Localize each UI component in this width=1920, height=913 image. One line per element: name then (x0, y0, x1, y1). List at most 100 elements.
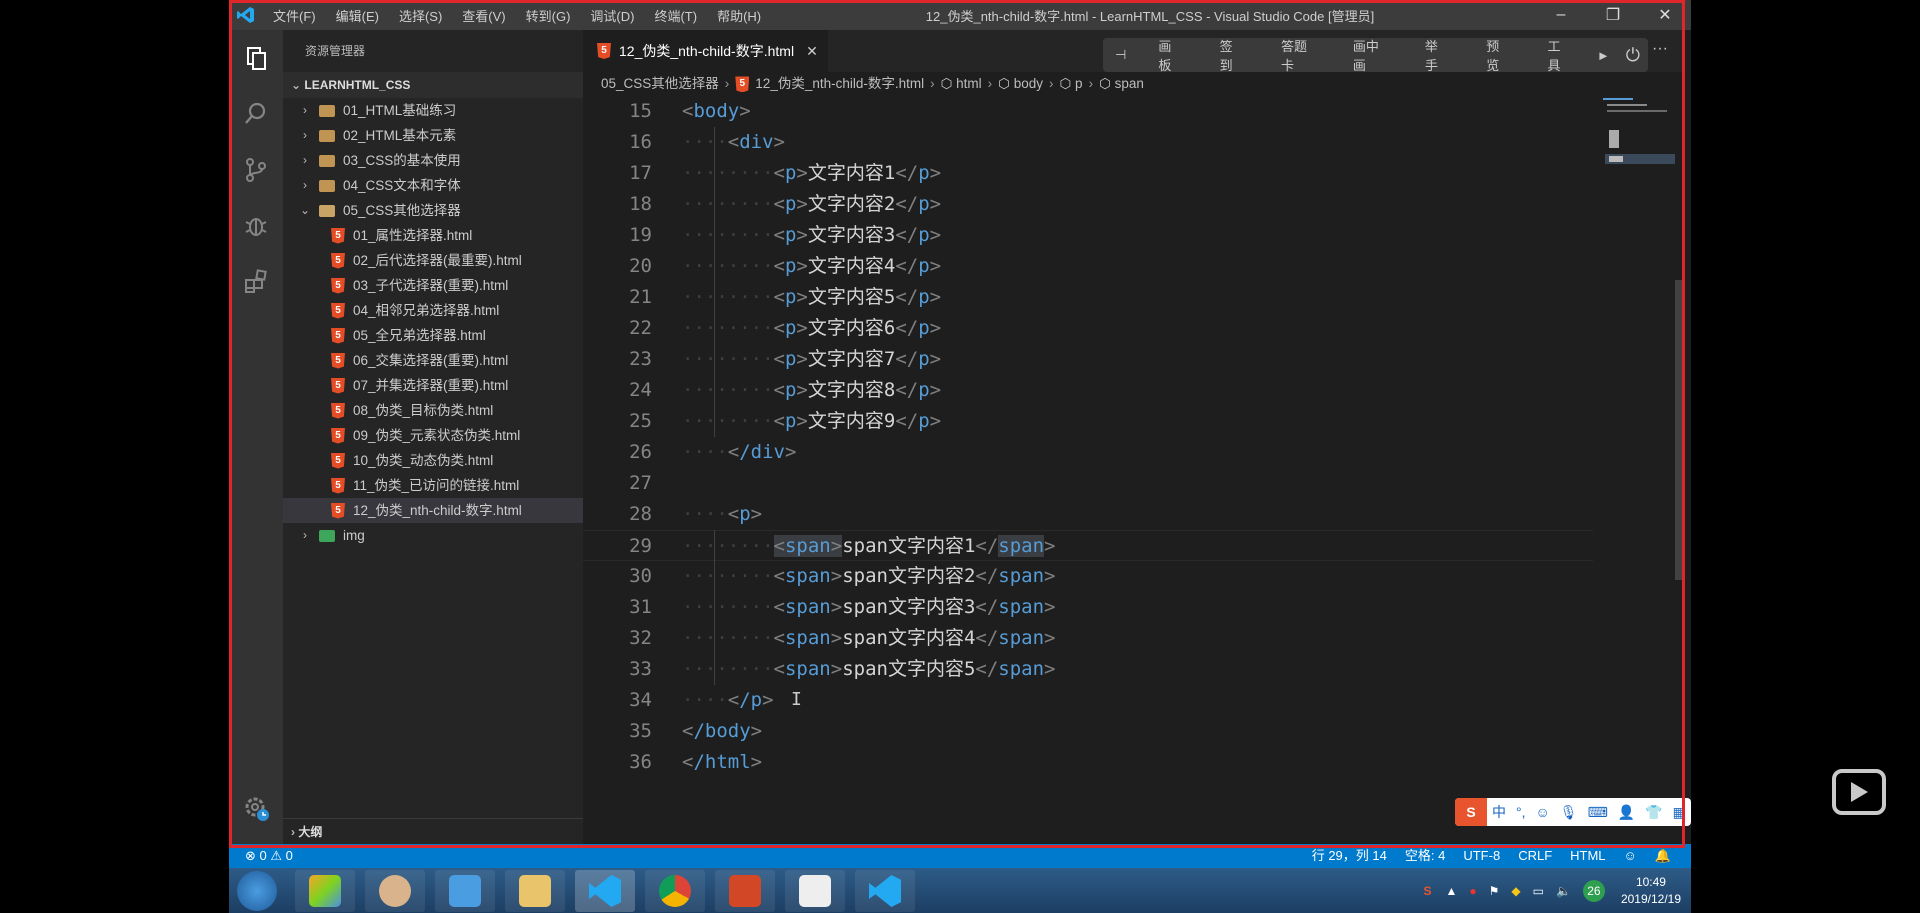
language-mode[interactable]: HTML (1570, 844, 1605, 868)
tree-folder[interactable]: › 02_HTML基本元素 (283, 123, 583, 148)
toolbar-item[interactable]: 画板 (1138, 36, 1199, 74)
breadcrumb-item[interactable]: 12_伪类_nth-child-数字.html (755, 76, 924, 91)
settings-gear-icon[interactable] (229, 786, 283, 830)
toolbar-item[interactable]: 预览 (1466, 36, 1527, 74)
toolbar-item[interactable]: 画中画 (1333, 36, 1405, 74)
tree-file[interactable]: 5 01_属性选择器.html (283, 223, 583, 248)
ime-emoji-icon[interactable]: ☺ (1531, 804, 1555, 820)
tree-file[interactable]: 5 02_后代选择器(最重要).html (283, 248, 583, 273)
menu-item[interactable]: 帮助(H) (707, 6, 771, 25)
video-play-icon[interactable] (1832, 769, 1886, 815)
feedback-smiley-icon[interactable]: ☺ (1624, 844, 1637, 868)
tray-expand-icon[interactable]: ▲ (1446, 884, 1458, 898)
code-editor[interactable]: 15 <body> 16 ····<div> 17 ········<p>文字内容1</p… (583, 96, 1685, 844)
project-section[interactable]: ⌄ LEARNHTML_CSS (283, 72, 583, 98)
breadcrumb-item[interactable]: p (1075, 76, 1083, 91)
clock[interactable]: 10:49 2019/12/19 (1621, 874, 1681, 908)
search-icon[interactable] (229, 86, 283, 142)
toolbar-item[interactable]: 举手 (1405, 36, 1466, 74)
taskbar-folder-icon[interactable] (505, 870, 565, 912)
indentation[interactable]: 空格: 4 (1405, 844, 1445, 868)
debug-icon[interactable] (229, 198, 283, 254)
source-control-icon[interactable] (229, 142, 283, 198)
outline-section[interactable]: › 大纲 (283, 818, 583, 844)
tree-folder-open[interactable]: ⌄ 05_CSS其他选择器 (283, 198, 583, 223)
menu-item[interactable]: 终端(T) (644, 6, 707, 25)
tree-file[interactable]: 5 07_并集选择器(重要).html (283, 373, 583, 398)
ime-punct-icon[interactable]: °, (1511, 804, 1531, 820)
power-icon[interactable]: ⏻ (1618, 45, 1648, 66)
tree-file[interactable]: 5 03_子代选择器(重要).html (283, 273, 583, 298)
tree-folder[interactable]: › 01_HTML基础练习 (283, 98, 583, 123)
element-symbol-icon: ⬡ (998, 76, 1014, 91)
tree-file[interactable]: 5 11_伪类_已访问的链接.html (283, 473, 583, 498)
explorer-icon[interactable] (229, 30, 283, 86)
menu-item[interactable]: 查看(V) (452, 6, 515, 25)
tree-file[interactable]: 5 06_交集选择器(重要).html (283, 348, 583, 373)
minimize-button[interactable]: – (1535, 0, 1587, 30)
ime-user-icon[interactable]: 👤 (1613, 804, 1640, 821)
taskbar-vscode2-icon[interactable] (855, 870, 915, 912)
ime-skin-icon[interactable]: 👕 (1640, 804, 1667, 821)
tray-flag-icon[interactable]: ⚑ (1489, 884, 1500, 898)
taskbar-vscode-icon[interactable] (575, 870, 635, 912)
menu-item[interactable]: 转到(G) (516, 6, 581, 25)
start-button[interactable] (237, 871, 277, 911)
tree-file[interactable]: 5 09_伪类_元素状态伪类.html (283, 423, 583, 448)
toolbar-collapse-icon[interactable]: ⊣ (1103, 47, 1138, 63)
tray-network-icon[interactable]: ▭ (1533, 884, 1544, 898)
breadcrumb-item[interactable]: span (1115, 76, 1144, 91)
taskbar-app-color-icon[interactable] (295, 870, 355, 912)
taskbar-player-icon[interactable] (435, 870, 495, 912)
more-actions-icon[interactable]: ··· (1652, 40, 1668, 58)
notifications-bell-icon[interactable]: 🔔 (1655, 844, 1671, 868)
tree-file[interactable]: 5 05_全兄弟选择器.html (283, 323, 583, 348)
tree-file[interactable]: 5 04_相邻兄弟选择器.html (283, 298, 583, 323)
encoding[interactable]: UTF-8 (1463, 844, 1500, 868)
tab-close-icon[interactable]: ✕ (806, 43, 818, 60)
ime-keyboard-icon[interactable]: ⌨ (1583, 804, 1613, 821)
ime-toolbar[interactable]: S 中 °, ☺ 🎙 ⌨ 👤 👕 ▦ (1455, 798, 1691, 826)
ime-mic-icon[interactable]: 🎙 (1555, 804, 1583, 821)
taskbar-chrome-icon[interactable] (645, 870, 705, 912)
taskbar-avatar-icon[interactable] (365, 870, 425, 912)
tray-sogou-icon[interactable]: S (1423, 884, 1431, 898)
editor-scrollbar[interactable] (1675, 280, 1685, 580)
problems-indicator[interactable]: ⊗ 0 ⚠ 0 (245, 844, 293, 868)
taskbar-powerpoint-icon[interactable] (715, 870, 775, 912)
extensions-icon[interactable] (229, 254, 283, 310)
tray-red-icon[interactable]: ● (1469, 884, 1476, 898)
restore-button[interactable]: ❐ (1587, 0, 1639, 30)
tray-yellow-icon[interactable]: ◆ (1511, 884, 1520, 898)
close-window-button[interactable]: ✕ (1639, 0, 1691, 30)
menu-item[interactable]: 文件(F) (263, 6, 326, 25)
code-content: span文字内容4 (842, 627, 976, 649)
toolbar-item[interactable]: 工具 (1528, 36, 1589, 74)
tray-volume-icon[interactable]: 🔈 (1556, 884, 1571, 898)
tab-active-file[interactable]: 5 12_伪类_nth-child-数字.html ✕ (583, 30, 828, 72)
line-ending[interactable]: CRLF (1518, 844, 1552, 868)
taskbar-typora-icon[interactable] (785, 870, 845, 912)
minimap[interactable] (1595, 96, 1675, 186)
code-text: <body> (682, 100, 751, 122)
menu-item[interactable]: 选择(S) (389, 6, 452, 25)
ime-grid-icon[interactable]: ▦ (1668, 804, 1691, 821)
tree-folder-img[interactable]: › img (283, 523, 583, 548)
breadcrumb-item[interactable]: html (956, 76, 982, 91)
tray-badge[interactable]: 26 (1582, 879, 1605, 902)
menu-item[interactable]: 调试(D) (580, 6, 644, 25)
toolbar-item[interactable]: 答题卡 (1261, 36, 1333, 74)
menu-item[interactable]: 编辑(E) (326, 6, 389, 25)
breadcrumb-item[interactable]: 05_CSS其他选择器 (601, 76, 719, 91)
cursor-position[interactable]: 行 29，列 14 (1312, 844, 1387, 868)
tree-folder[interactable]: › 03_CSS的基本使用 (283, 148, 583, 173)
error-count: 0 (259, 848, 267, 863)
tree-folder[interactable]: › 04_CSS文本和字体 (283, 173, 583, 198)
breadcrumb-item[interactable]: body (1014, 76, 1043, 91)
tree-file[interactable]: 5 10_伪类_动态伪类.html (283, 448, 583, 473)
toolbar-arrow-icon[interactable]: ► (1589, 48, 1618, 63)
tree-file[interactable]: 5 12_伪类_nth-child-数字.html (283, 498, 583, 523)
tree-file[interactable]: 5 08_伪类_目标伪类.html (283, 398, 583, 423)
toolbar-item[interactable]: 签到 (1200, 36, 1261, 74)
ime-mode-label[interactable]: 中 (1487, 802, 1511, 822)
